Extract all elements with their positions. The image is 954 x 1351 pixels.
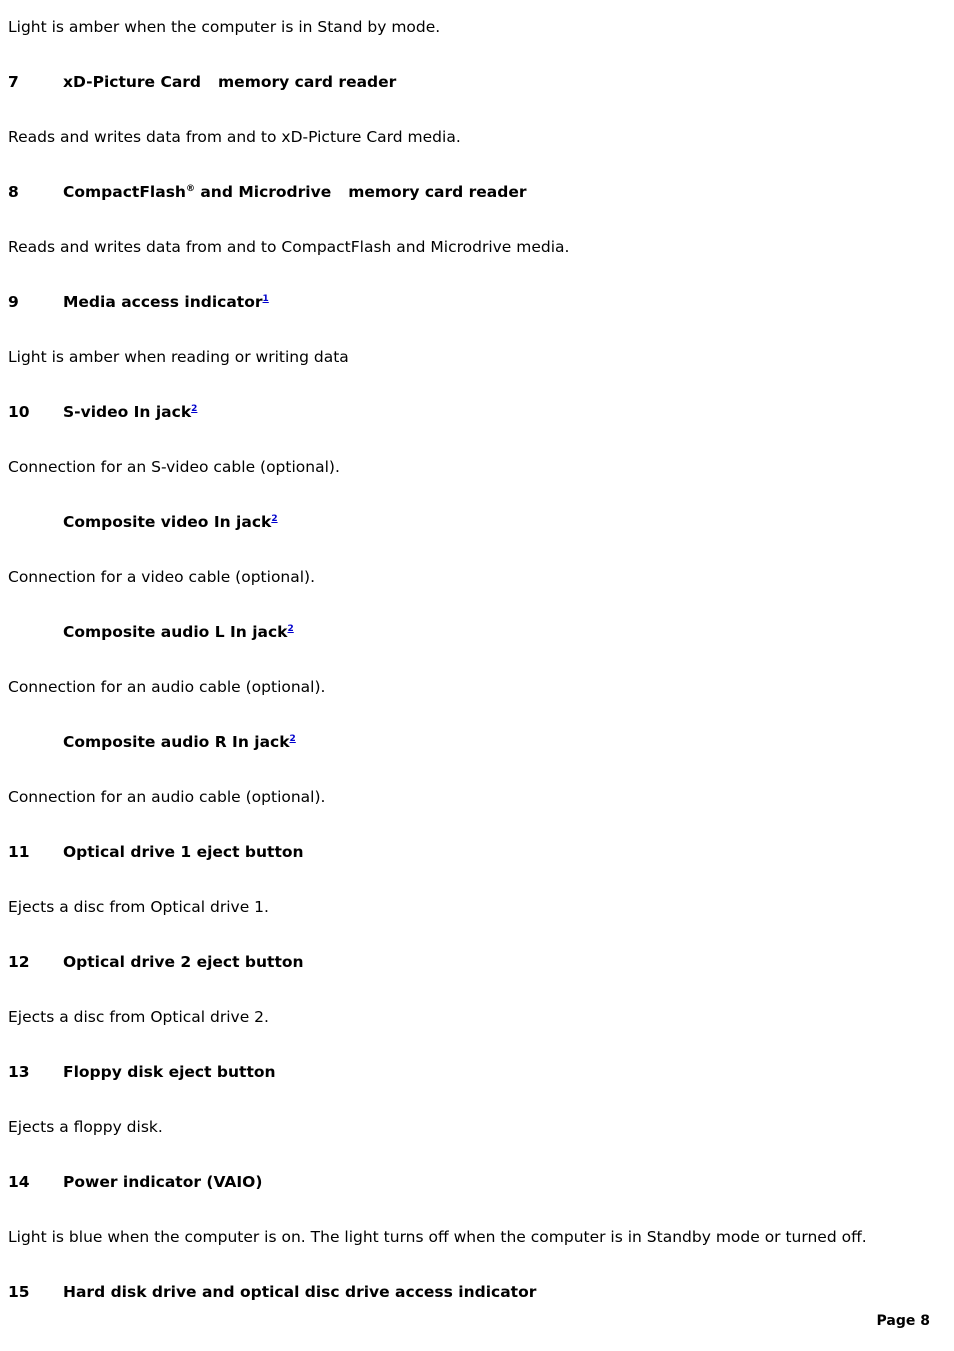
feature-number: 13	[8, 1063, 30, 1081]
page-footer: Page 8	[0, 1313, 930, 1329]
body-paragraph: Reads and writes data from and to xD-Pic…	[8, 128, 461, 146]
feature-heading: Composite audio L In jack2	[8, 623, 940, 642]
feature-number: 12	[8, 953, 30, 971]
feature-heading: Composite video In jack2	[8, 513, 940, 532]
feature-heading: 15 Hard disk drive and optical disc drive…	[8, 1283, 940, 1302]
feature-title: xD-Picture Card	[63, 73, 202, 91]
feature-number: 15	[8, 1283, 30, 1301]
feature-title-tail: memory card reader	[218, 73, 397, 91]
feature-title-continued: and Microdrive	[194, 183, 332, 201]
feature-number: 8	[8, 183, 19, 201]
feature-heading: 12 Optical drive 2 eject button	[8, 953, 940, 972]
feature-heading: 10 S-video In jack2	[8, 403, 940, 422]
footnote-reference-link[interactable]: 2	[290, 734, 296, 744]
feature-title-tail: memory card reader	[348, 183, 527, 201]
feature-heading: Composite audio R In jack2	[8, 733, 940, 752]
body-paragraph: Connection for an audio cable (optional)…	[8, 788, 326, 806]
feature-title: Composite video In jack	[63, 513, 272, 531]
body-paragraph: Ejects a disc from Optical drive 1.	[8, 898, 269, 916]
document-body: Light is amber when the computer is in S…	[8, 18, 940, 1338]
feature-heading: 9 Media access indicator1	[8, 293, 940, 312]
feature-heading: 11 Optical drive 1 eject button	[8, 843, 940, 862]
feature-title: Hard disk drive and optical disc drive a…	[63, 1283, 537, 1301]
feature-heading: 14 Power indicator (VAIO)	[8, 1173, 940, 1192]
feature-title: Media access indicator	[63, 293, 263, 311]
footnote-reference-link[interactable]: 2	[191, 404, 197, 414]
feature-heading: 8 CompactFlash® and Microdrive memory card…	[8, 183, 940, 202]
feature-title: Composite audio L In jack	[63, 623, 288, 641]
feature-title: Composite audio R In jack	[63, 733, 290, 751]
registered-trademark-symbol: ®	[185, 183, 195, 194]
page-number-label: Page 8	[876, 1313, 930, 1329]
feature-heading: 7 xD-Picture Card memory card reader	[8, 73, 940, 92]
feature-number: 11	[8, 843, 30, 861]
footnote-reference-link[interactable]: 2	[271, 514, 277, 524]
body-paragraph: Reads and writes data from and to Compac…	[8, 238, 570, 256]
footnote-reference-link[interactable]: 1	[263, 294, 269, 304]
feature-title: Optical drive 2 eject button	[63, 953, 304, 971]
body-paragraph: Ejects a floppy disk.	[8, 1118, 163, 1136]
feature-number: 9	[8, 293, 19, 311]
feature-number: 10	[8, 403, 30, 421]
feature-title: S-video In jack	[63, 403, 192, 421]
body-paragraph: Light is blue when the computer is on. T…	[8, 1228, 867, 1246]
body-paragraph: Light is amber when reading or writing d…	[8, 348, 349, 366]
feature-heading: 13 Floppy disk eject button	[8, 1063, 940, 1082]
feature-title: Floppy disk eject button	[63, 1063, 276, 1081]
body-paragraph: Connection for a video cable (optional).	[8, 568, 316, 586]
feature-title: Power indicator (VAIO)	[63, 1173, 263, 1191]
feature-number: 7	[8, 73, 19, 91]
document-page: Light is amber when the computer is in S…	[0, 0, 954, 1351]
footnote-reference-link[interactable]: 2	[287, 624, 293, 634]
body-paragraph: Connection for an audio cable (optional)…	[8, 678, 326, 696]
feature-title: Optical drive 1 eject button	[63, 843, 304, 861]
body-paragraph: Connection for an S-video cable (optiona…	[8, 458, 340, 476]
body-paragraph: Light is amber when the computer is in S…	[8, 18, 441, 36]
feature-title: CompactFlash	[63, 183, 186, 201]
feature-number: 14	[8, 1173, 30, 1191]
body-paragraph: Ejects a disc from Optical drive 2.	[8, 1008, 269, 1026]
